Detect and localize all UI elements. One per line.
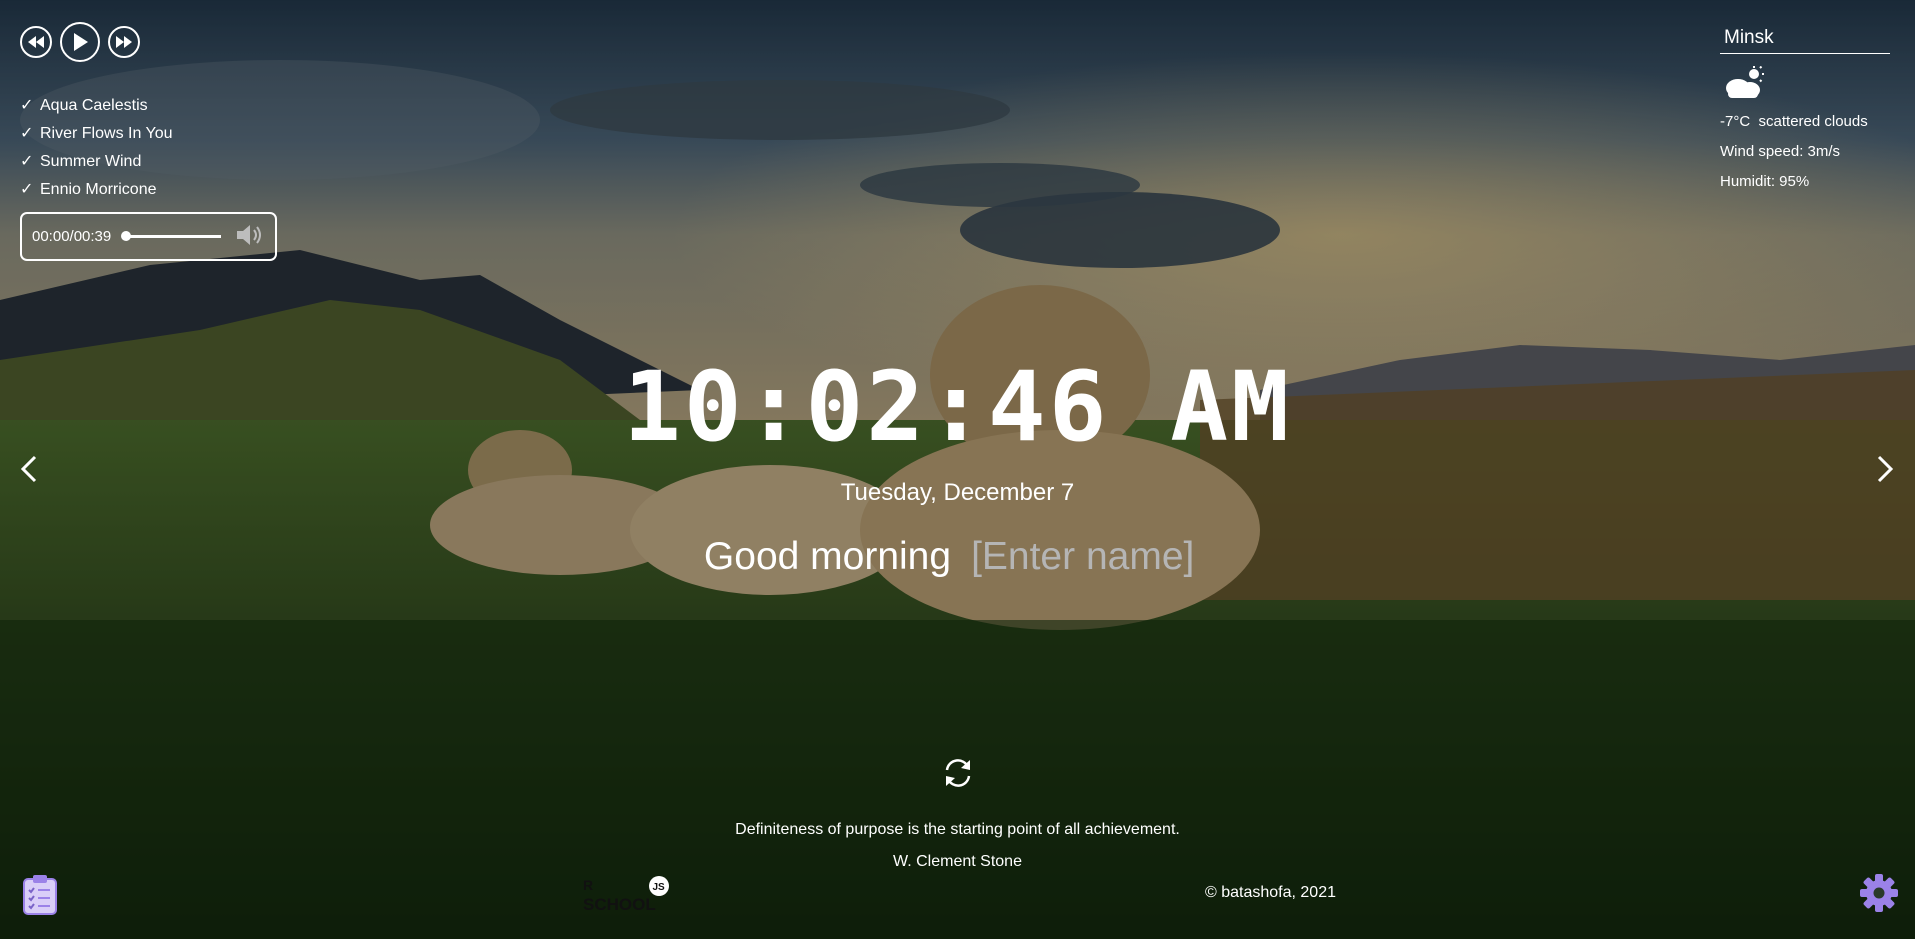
playlist-item[interactable]: ✓ Aqua Caelestis: [20, 92, 173, 120]
name-input[interactable]: [971, 535, 1212, 579]
playlist-item[interactable]: ✓ River Flows In You: [20, 120, 173, 148]
greeting-text: Good morning: [703, 535, 952, 578]
greeting: Good morning: [0, 535, 1915, 579]
track-title: River Flows In You: [40, 125, 173, 142]
track-time: 00:00/00:39: [32, 228, 112, 245]
check-icon: ✓: [20, 97, 34, 114]
clock-date: Tuesday, December 7: [840, 479, 1075, 506]
check-icon: ✓: [20, 125, 34, 142]
wind-speed: Wind speed: 3m/s: [1720, 143, 1841, 160]
gear-icon[interactable]: [1858, 872, 1900, 919]
background-overlay: [0, 0, 1915, 939]
rewind-icon[interactable]: [20, 26, 52, 58]
playlist-item[interactable]: ✓ Ennio Morricone: [20, 176, 173, 204]
weather-description: scattered clouds: [1758, 113, 1868, 130]
humidity: Humidit: 95%: [1720, 173, 1810, 190]
copyright: © batashofa, 2021: [1205, 884, 1336, 901]
player-controls: [20, 22, 140, 62]
clock-time: 10:02:46 AM: [623, 351, 1292, 463]
playlist: ✓ Aqua Caelestis ✓ River Flows In You ✓ Sum…: [20, 92, 173, 204]
volume-icon[interactable]: [235, 223, 263, 251]
track-title: Summer Wind: [40, 153, 142, 170]
rs-school-logo[interactable]: R SCHOOL JS: [583, 876, 679, 923]
play-icon[interactable]: [60, 22, 100, 62]
weather-summary: -7°C scattered clouds: [1720, 107, 1890, 137]
progress-bar[interactable]: [121, 231, 222, 241]
quote-text: Definiteness of purpose is the starting …: [735, 821, 1180, 838]
weather-widget: -7°C scattered clouds Wind speed: 3m/s H…: [1720, 22, 1890, 197]
quote-author: W. Clement Stone: [893, 853, 1022, 870]
check-icon: ✓: [20, 181, 34, 198]
progress-handle[interactable]: [121, 231, 132, 241]
clipboard-checklist-icon[interactable]: [22, 874, 58, 921]
svg-text:SCHOOL: SCHOOL: [583, 895, 656, 914]
svg-text:JS: JS: [653, 882, 666, 893]
cloud-sun-icon: [1722, 65, 1890, 107]
check-icon: ✓: [20, 153, 34, 170]
audio-progress-panel: 00:00/00:39: [20, 212, 277, 261]
city-input[interactable]: [1720, 22, 1890, 54]
track-title: Ennio Morricone: [40, 181, 157, 198]
playlist-item[interactable]: ✓ Summer Wind: [20, 148, 173, 176]
track-title: Aqua Caelestis: [40, 97, 148, 114]
fast-forward-icon[interactable]: [108, 26, 140, 58]
svg-text:R: R: [583, 877, 593, 893]
temperature: -7°C: [1720, 113, 1751, 130]
refresh-icon[interactable]: [941, 756, 975, 795]
